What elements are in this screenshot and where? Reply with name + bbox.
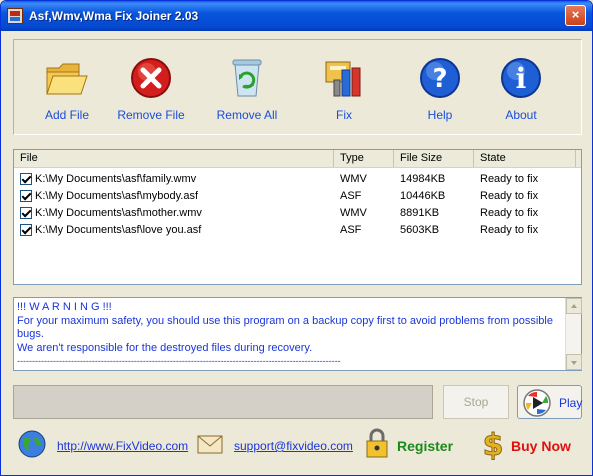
fix-tools-icon: [325, 61, 361, 97]
register-link[interactable]: Register: [397, 438, 453, 454]
red-x-icon: [131, 58, 171, 98]
warning-log[interactable]: !!! W A R N I N G !!! For your maximum s…: [13, 297, 582, 371]
play-button[interactable]: Play: [517, 385, 582, 419]
scroll-up-button[interactable]: [566, 298, 582, 314]
recycle-bin-icon: [232, 59, 262, 97]
column-state[interactable]: State: [474, 150, 576, 167]
file-size: 10446KB: [400, 190, 446, 202]
row-checkbox[interactable]: [20, 190, 32, 202]
table-row[interactable]: K:\My Documents\asf\mybody.asf ASF 10446…: [14, 188, 581, 205]
file-path: K:\My Documents\asf\mother.wmv: [35, 207, 202, 219]
close-button[interactable]: ×: [565, 5, 586, 26]
buy-now-link[interactable]: Buy Now: [511, 438, 571, 454]
file-path: K:\My Documents\asf\mybody.asf: [35, 190, 199, 202]
app-icon: [7, 8, 23, 24]
window-title: Asf,Wmv,Wma Fix Joiner 2.03: [29, 9, 199, 23]
column-file[interactable]: File: [14, 150, 334, 167]
add-file-button[interactable]: Add File: [26, 56, 108, 126]
table-row[interactable]: K:\My Documents\asf\love you.asf ASF 560…: [14, 222, 581, 239]
file-size: 8891KB: [400, 207, 440, 219]
file-list-header: File Type File Size State: [14, 150, 581, 168]
about-button[interactable]: i About: [480, 56, 562, 126]
info-icon: i: [501, 58, 541, 98]
column-type[interactable]: Type: [334, 150, 394, 167]
warning-line: We aren't responsible for the destroyed …: [17, 341, 313, 354]
file-state: Ready to fix: [480, 190, 539, 202]
globe-icon: [18, 430, 46, 458]
file-size: 14984KB: [400, 173, 446, 185]
file-state: Ready to fix: [480, 207, 539, 219]
remove-all-label: Remove All: [216, 108, 278, 122]
file-size: 5603KB: [400, 224, 440, 236]
fix-button[interactable]: Fix: [303, 56, 385, 126]
file-state: Ready to fix: [480, 173, 539, 185]
toolbar: Add File Remove File Remove All Fix ? He…: [13, 39, 582, 135]
row-checkbox[interactable]: [20, 173, 32, 185]
stop-button[interactable]: Stop: [443, 385, 509, 419]
table-row[interactable]: K:\My Documents\asf\mother.wmv WMV 8891K…: [14, 205, 581, 222]
email-link[interactable]: support@fixvideo.com: [234, 439, 353, 453]
help-label: Help: [427, 108, 453, 122]
row-checkbox[interactable]: [20, 224, 32, 236]
remove-file-button[interactable]: Remove File: [110, 56, 192, 126]
title-bar[interactable]: Asf,Wmv,Wma Fix Joiner 2.03 ×: [1, 1, 592, 31]
file-type: ASF: [340, 190, 362, 202]
warning-text: !!! W A R N I N G !!! For your maximum s…: [17, 301, 565, 369]
warning-heading: !!! W A R N I N G !!!: [17, 301, 112, 313]
remove-file-label: Remove File: [117, 108, 185, 122]
svg-text:i: i: [516, 62, 527, 95]
folder-open-icon: [46, 63, 88, 95]
lock-icon: [366, 428, 388, 458]
file-type: WMV: [340, 207, 367, 219]
app-window: Asf,Wmv,Wma Fix Joiner 2.03 × Add File R…: [0, 0, 593, 476]
file-path: K:\My Documents\asf\love you.asf: [35, 224, 202, 236]
arrow-down-icon: [571, 361, 577, 365]
remove-all-button[interactable]: Remove All: [206, 56, 288, 126]
file-type: WMV: [340, 173, 367, 185]
svg-text:$: $: [483, 428, 504, 461]
row-checkbox[interactable]: [20, 207, 32, 219]
svg-text:?: ?: [432, 64, 447, 94]
play-icon: [523, 389, 551, 417]
file-path: K:\My Documents\asf\family.wmv: [35, 173, 197, 185]
warning-line: For your maximum safety, you should use …: [17, 314, 553, 341]
play-label: Play: [559, 396, 583, 410]
file-type: ASF: [340, 224, 362, 236]
help-question-icon: ?: [420, 58, 460, 98]
file-list[interactable]: File Type File Size State K:\My Document…: [13, 149, 582, 285]
column-file-size[interactable]: File Size: [394, 150, 474, 167]
table-row[interactable]: K:\My Documents\asf\family.wmv WMV 14984…: [14, 171, 581, 188]
fix-label: Fix: [336, 108, 352, 122]
warning-separator: ----------------------------------------…: [17, 356, 341, 366]
scroll-down-button[interactable]: [566, 354, 582, 370]
progress-bar: [13, 385, 433, 419]
arrow-up-icon: [571, 304, 577, 308]
website-link[interactable]: http://www.FixVideo.com: [57, 439, 188, 453]
envelope-icon: [197, 435, 223, 454]
help-button[interactable]: ? Help: [399, 56, 481, 126]
file-state: Ready to fix: [480, 224, 539, 236]
warning-scrollbar[interactable]: [565, 298, 582, 370]
dollar-icon: $: [482, 428, 504, 462]
add-file-label: Add File: [44, 108, 90, 122]
about-label: About: [505, 108, 537, 122]
